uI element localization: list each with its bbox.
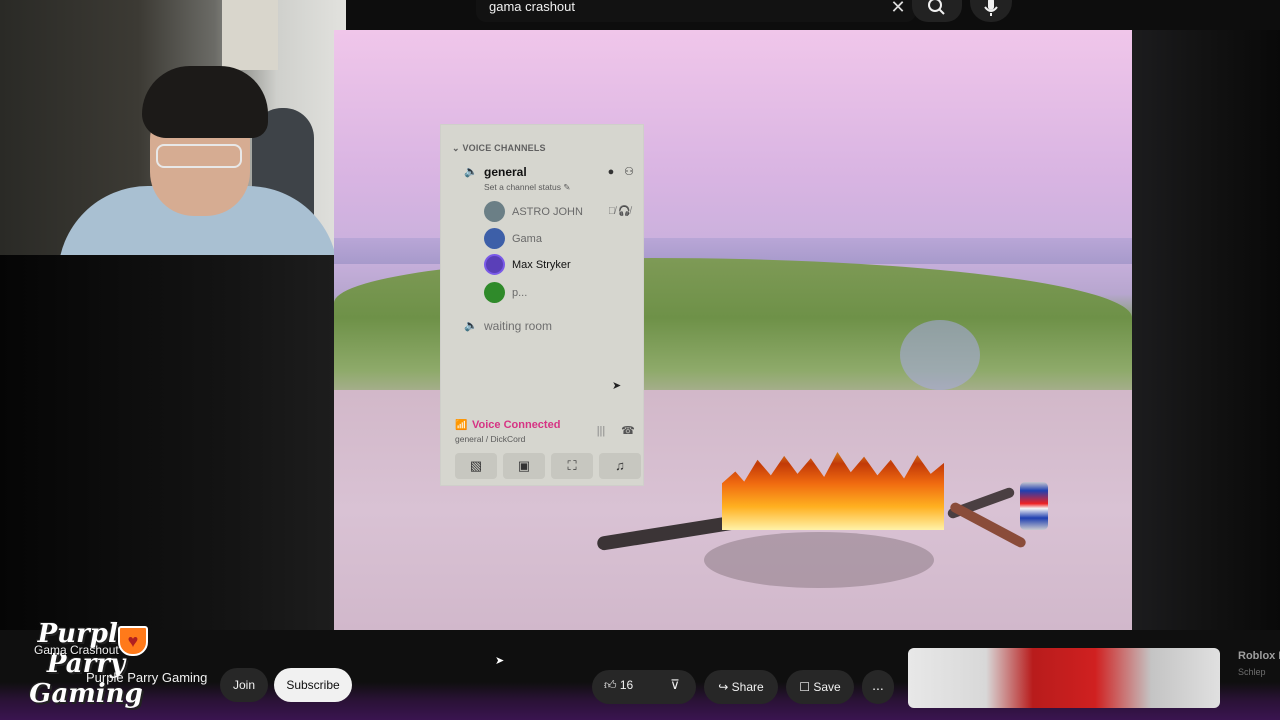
member-name: Gama — [512, 233, 542, 245]
clear-search-icon[interactable]: ✕ — [886, 0, 910, 16]
channel-waiting-room[interactable]: waiting room — [484, 319, 552, 333]
mouse-pointer-icon: ➤ — [612, 380, 622, 392]
search-button[interactable] — [912, 0, 962, 22]
mouse-pointer-icon: ➤ — [495, 655, 505, 667]
add-member-icon[interactable]: ⚇ — [622, 165, 636, 179]
left-backdrop — [0, 255, 334, 630]
webcam-feed — [0, 0, 346, 255]
avatar — [484, 201, 505, 222]
signal-icon: 📶 — [455, 420, 468, 431]
chevron-down-icon: ⌄ — [452, 143, 463, 153]
webcam-person-hair — [142, 66, 268, 138]
muted-deafened-icon: 🎙̸ 🎧̸ — [608, 206, 631, 217]
rocket-icon: ⛶ — [567, 458, 577, 473]
noise-suppression-icon[interactable]: ||| — [592, 424, 610, 438]
voice-connected-status[interactable]: Voice Connected — [472, 419, 560, 432]
thumbs-down-icon: ⊽ — [670, 677, 680, 692]
search-input[interactable]: gama crashout — [489, 0, 575, 14]
webcam-person-glasses — [156, 144, 242, 168]
activity-button[interactable]: ⛶ — [551, 453, 593, 479]
video-title-overlay: Gama Crashout — [34, 643, 119, 657]
speaker-icon: 🔈 — [464, 166, 478, 178]
disconnect-icon[interactable]: ☎ — [619, 424, 637, 438]
avatar — [484, 228, 505, 249]
recommended-video-channel[interactable]: Schlep — [1238, 667, 1266, 678]
recommended-video-thumbnail[interactable] — [908, 648, 1220, 708]
like-button[interactable]: 👍︎ 16 — [604, 677, 633, 693]
recommended-video-title[interactable]: Roblox I — [1238, 650, 1280, 663]
more-actions-button[interactable]: ... — [862, 670, 894, 704]
screen-share-button[interactable]: ▣ — [503, 453, 545, 479]
member-name: ASTRO JOHN — [512, 206, 583, 218]
save-button[interactable]: ☐ Save — [786, 670, 854, 704]
screen-root: gama crashout ✕ ⌄ VOICE CHANNELS 🔈 gener… — [0, 0, 1280, 720]
member-name: p... — [512, 287, 528, 299]
right-backdrop — [1132, 30, 1280, 630]
member-name: Max Stryker — [512, 259, 571, 271]
soundboard-icon: ♫ — [615, 458, 625, 473]
search-icon — [928, 0, 945, 15]
chat-bubble-icon[interactable]: ● — [604, 165, 618, 179]
bookmark-icon: ☐ — [799, 680, 814, 694]
share-icon: ↪ — [718, 680, 732, 694]
subscribe-button[interactable]: Subscribe — [274, 668, 352, 702]
channel-status[interactable]: Set a channel status ✎ — [484, 182, 571, 192]
avatar — [484, 254, 505, 275]
thumbs-up-icon: 👍︎ — [604, 678, 620, 692]
avatar — [484, 282, 505, 303]
video-off-icon: ▧ — [469, 458, 483, 473]
join-button[interactable]: Join — [220, 668, 268, 702]
pencil-icon: ✎ — [563, 182, 571, 192]
shield-icon: ♥ — [118, 626, 148, 656]
voice-connected-channel[interactable]: general / DickCord — [455, 434, 525, 444]
speaker-icon: 🔈 — [464, 320, 478, 332]
dislike-button[interactable]: ⊽ — [666, 677, 684, 693]
channel-name-link[interactable]: Purple Parry Gaming — [86, 670, 207, 685]
screen-share-icon: ▣ — [517, 458, 531, 473]
voice-search-button[interactable] — [970, 0, 1012, 22]
scene-haze — [900, 320, 980, 390]
webcam-background-shelf — [222, 0, 278, 70]
channel-general[interactable]: general — [484, 165, 527, 179]
camera-toggle-button[interactable]: ▧ — [455, 453, 497, 479]
soundboard-button[interactable]: ♫ — [599, 453, 641, 479]
share-button[interactable]: ↪ Share — [704, 670, 778, 704]
scene-fire-pit — [704, 532, 934, 588]
voice-channels-header[interactable]: ⌄ VOICE CHANNELS — [452, 143, 546, 153]
mic-icon — [984, 0, 998, 16]
scene-soda-can — [1020, 482, 1048, 530]
